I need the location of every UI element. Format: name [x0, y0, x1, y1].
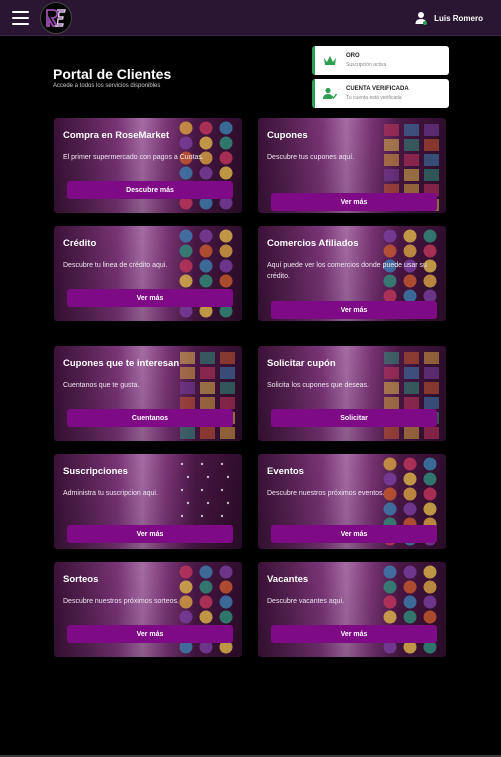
user-avatar-icon: [415, 11, 428, 25]
card-description: Descubre nuestros próximos sorteos.: [63, 598, 179, 605]
verification-status-card: CUENTA VERIFICADA Tu cuenta está verific…: [312, 79, 449, 108]
card-description: El primer supermercado con pagos a Cuota…: [63, 154, 204, 161]
card-title: Solicitar cupón: [267, 358, 336, 369]
card-vacantes[interactable]: Vacantes Descubre vacantes aqui. Ver más: [258, 562, 446, 657]
card-button-cupones[interactable]: Ver más: [271, 193, 437, 211]
card-button-sorteos[interactable]: Ver más: [67, 625, 233, 643]
subscription-level: ORO: [346, 53, 360, 59]
card-description: Administra tu suscripcion aqui.: [63, 490, 158, 497]
user-name: Luis Romero: [434, 13, 483, 23]
page-header: Portal de Clientes Accede a todos los se…: [53, 66, 171, 89]
logo-mark: [46, 9, 66, 27]
crown-icon: [323, 54, 337, 67]
card-description: Descubre nuestros próximos eventos.: [267, 490, 385, 497]
card-description: Solicita los cupones que deseas.: [267, 382, 369, 389]
verified-user-icon: [323, 87, 338, 100]
card-sorteos[interactable]: Sorteos Descubre nuestros próximos sorteo…: [54, 562, 242, 657]
card-button-credito[interactable]: Ver más: [67, 289, 233, 307]
card-button-vacantes[interactable]: Ver más: [271, 625, 437, 643]
subscription-status-text: Suscripción activa: [346, 62, 387, 68]
card-description: Cuentanos que te gusta.: [63, 382, 140, 389]
card-credito[interactable]: Crédito Descubre tu linea de crédito aqui…: [54, 226, 242, 321]
card-description: Descubre vacantes aqui.: [267, 598, 345, 605]
card-title: Compra en RoseMarket: [63, 130, 170, 141]
verification-status-text: Tu cuenta está verificada: [346, 95, 402, 101]
card-button-suscripciones[interactable]: Ver más: [67, 525, 233, 543]
card-description: Descubre tu linea de crédito aqui.: [63, 262, 168, 269]
card-description: Aquí puede ver los comercios donde puede…: [267, 262, 427, 280]
card-button-eventos[interactable]: Ver más: [271, 525, 437, 543]
card-title: Crédito: [63, 238, 97, 249]
card-title: Suscripciones: [63, 466, 128, 477]
online-status-icon: [423, 21, 428, 25]
card-cupones[interactable]: Cupones Descubre tus cupones aquí. Ver más: [258, 118, 446, 213]
top-navbar: Luis Romero: [0, 0, 501, 36]
brand-logo[interactable]: [40, 2, 72, 34]
card-button-comercios-afiliados[interactable]: Ver más: [271, 301, 437, 319]
card-title: Sorteos: [63, 574, 99, 585]
menu-icon[interactable]: [12, 11, 29, 25]
card-button-solicitar-cupon[interactable]: Solicitar: [271, 409, 437, 427]
card-title: Cupones que te interesan: [63, 358, 180, 369]
card-title: Cupones: [267, 130, 308, 141]
card-description: Descubre tus cupones aquí.: [267, 154, 355, 161]
card-comercios-afiliados[interactable]: Comercios Afiliados Aquí puede ver los co…: [258, 226, 446, 321]
card-title: Eventos: [267, 466, 304, 477]
card-eventos[interactable]: Eventos Descubre nuestros próximos evento…: [258, 454, 446, 549]
user-menu[interactable]: Luis Romero: [415, 11, 483, 25]
card-button-rosemarket[interactable]: Descubre más: [67, 181, 233, 199]
card-solicitar-cupon[interactable]: Solicitar cupón Solicita los cupones que …: [258, 346, 446, 441]
card-title: Comercios Afiliados: [267, 238, 359, 249]
subscription-status-card: ORO Suscripción activa: [312, 46, 449, 75]
card-button-cupones-interes[interactable]: Cuentanos: [67, 409, 233, 427]
card-cupones-interes[interactable]: Cupones que te interesan Cuentanos que te…: [54, 346, 242, 441]
card-rosemarket[interactable]: Compra en RoseMarket El primer supermerca…: [54, 118, 242, 213]
card-suscripciones[interactable]: Suscripciones Administra tu suscripcion a…: [54, 454, 242, 549]
page-title: Portal de Clientes: [53, 66, 172, 82]
card-title: Vacantes: [267, 574, 309, 585]
verification-label: CUENTA VERIFICADA: [346, 86, 409, 92]
page-subtitle: Accede a todos los servicios disponibles: [53, 83, 161, 89]
